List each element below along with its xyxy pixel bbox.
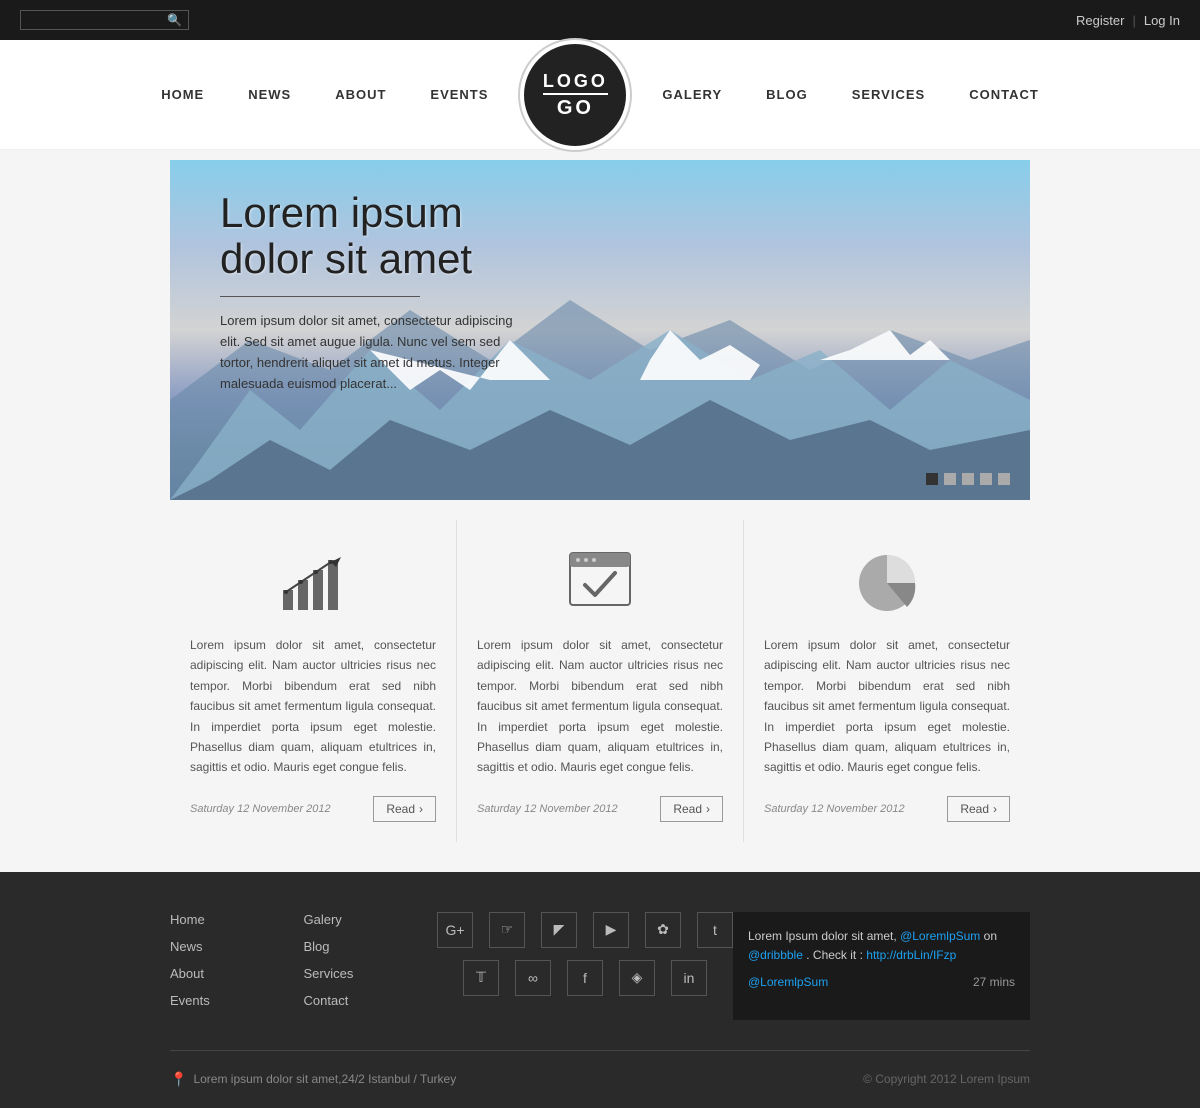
navbar: HOME NEWS ABOUT EVENTS LOGO GO GALERY BL… bbox=[0, 40, 1200, 150]
nav-item-services[interactable]: SERVICES bbox=[830, 87, 948, 102]
twitter-pre: Lorem Ipsum dolor sit amet, bbox=[748, 929, 897, 943]
twitter-footer: @LoremlpSum 27 mins bbox=[748, 975, 1015, 989]
card-2-read-btn[interactable]: Read › bbox=[660, 796, 723, 822]
nav-item-news[interactable]: NEWS bbox=[226, 87, 313, 102]
nav-item-about[interactable]: ABOUT bbox=[313, 87, 408, 102]
twitter-user: @LoremlpSum bbox=[748, 975, 828, 989]
nav-item-home[interactable]: HOME bbox=[139, 87, 226, 102]
card-3-date: Saturday 12 November 2012 bbox=[764, 803, 905, 815]
footer: Home News About Events Galery Blog Servi… bbox=[0, 872, 1200, 1108]
social-tumblr-icon[interactable]: t bbox=[697, 912, 733, 948]
cards-section: Lorem ipsum dolor sit amet, consectetur … bbox=[170, 500, 1030, 872]
twitter-on: on bbox=[984, 929, 997, 943]
card-2-date: Saturday 12 November 2012 bbox=[477, 803, 618, 815]
hero-dots bbox=[926, 473, 1010, 485]
card-3-read-btn[interactable]: Read › bbox=[947, 796, 1010, 822]
search-input[interactable] bbox=[27, 13, 167, 27]
social-youtube-icon[interactable]: ▶ bbox=[593, 912, 629, 948]
auth-links: Register | Log In bbox=[1076, 13, 1180, 28]
card-3-text: Lorem ipsum dolor sit amet, consectetur … bbox=[764, 635, 1010, 778]
card-2-footer: Saturday 12 November 2012 Read › bbox=[477, 796, 723, 822]
footer-link-about[interactable]: About bbox=[170, 966, 304, 981]
social-facebook-icon[interactable]: f bbox=[567, 960, 603, 996]
auth-separator: | bbox=[1132, 13, 1135, 28]
card-1-footer: Saturday 12 November 2012 Read › bbox=[190, 796, 436, 822]
top-bar: 🔍 Register | Log In bbox=[0, 0, 1200, 40]
nav-item-contact[interactable]: CONTACT bbox=[947, 87, 1061, 102]
twitter-link-pre: . Check it : bbox=[806, 948, 863, 962]
card-2: Lorem ipsum dolor sit amet, consectetur … bbox=[457, 520, 744, 842]
hero-dot-2[interactable] bbox=[944, 473, 956, 485]
social-rss-icon[interactable]: ◤ bbox=[541, 912, 577, 948]
social-linkedin-icon[interactable]: in bbox=[671, 960, 707, 996]
chart-growth-icon bbox=[278, 545, 348, 615]
logo-text-top: LOGO bbox=[543, 72, 608, 95]
footer-bottom: 📍 Lorem ipsum dolor sit amet,24/2 Istanb… bbox=[170, 1050, 1030, 1088]
location-icon: 📍 bbox=[170, 1071, 187, 1088]
card-2-text: Lorem ipsum dolor sit amet, consectetur … bbox=[477, 635, 723, 778]
logo-text-bottom: GO bbox=[543, 95, 608, 118]
card-1-read-btn[interactable]: Read › bbox=[373, 796, 436, 822]
card-1: Lorem ipsum dolor sit amet, consectetur … bbox=[170, 520, 457, 842]
hero-dot-1[interactable] bbox=[926, 473, 938, 485]
footer-link-home[interactable]: Home bbox=[170, 912, 304, 927]
social-twitter-icon[interactable]: 𝕋 bbox=[463, 960, 499, 996]
footer-link-events[interactable]: Events bbox=[170, 993, 304, 1008]
social-row-2: 𝕋 ∞ f ◈ in bbox=[463, 960, 707, 996]
footer-top: Home News About Events Galery Blog Servi… bbox=[170, 912, 1030, 1020]
hero-title: Lorem ipsum dolor sit amet bbox=[220, 190, 530, 282]
twitter-link[interactable]: http://drbLin/IFzp bbox=[866, 948, 956, 962]
hero-content: Lorem ipsum dolor sit amet Lorem ipsum d… bbox=[220, 190, 530, 395]
card-2-icon bbox=[477, 540, 723, 620]
twitter-handle1[interactable]: @LoremlpSum bbox=[900, 929, 980, 943]
footer-address: 📍 Lorem ipsum dolor sit amet,24/2 Istanb… bbox=[170, 1071, 456, 1088]
card-1-icon bbox=[190, 540, 436, 620]
search-button[interactable]: 🔍 bbox=[167, 13, 182, 27]
hero-description: Lorem ipsum dolor sit amet, consectetur … bbox=[220, 311, 530, 394]
logo: LOGO GO bbox=[520, 40, 630, 150]
social-pinterest-icon[interactable]: ☞ bbox=[489, 912, 525, 948]
card-1-date: Saturday 12 November 2012 bbox=[190, 803, 331, 815]
footer-link-news[interactable]: News bbox=[170, 939, 304, 954]
nav-item-blog[interactable]: BLOG bbox=[744, 87, 830, 102]
task-check-icon bbox=[565, 545, 635, 615]
twitter-text: Lorem Ipsum dolor sit amet, @LoremlpSum … bbox=[748, 927, 1015, 965]
footer-link-galery[interactable]: Galery bbox=[304, 912, 438, 927]
hero-section: Lorem ipsum dolor sit amet Lorem ipsum d… bbox=[170, 160, 1030, 500]
twitter-handle2[interactable]: @dribbble bbox=[748, 948, 803, 962]
card-3: Lorem ipsum dolor sit amet, consectetur … bbox=[744, 520, 1030, 842]
footer-nav-col-2: Galery Blog Services Contact bbox=[304, 912, 438, 1020]
register-link[interactable]: Register bbox=[1076, 13, 1124, 28]
hero-dot-4[interactable] bbox=[980, 473, 992, 485]
card-1-text: Lorem ipsum dolor sit amet, consectetur … bbox=[190, 635, 436, 778]
hero-divider bbox=[220, 296, 420, 297]
footer-link-contact[interactable]: Contact bbox=[304, 993, 438, 1008]
hero-dot-3[interactable] bbox=[962, 473, 974, 485]
nav-links: HOME NEWS ABOUT EVENTS LOGO GO GALERY BL… bbox=[0, 40, 1200, 150]
social-dribbble-icon[interactable]: ◈ bbox=[619, 960, 655, 996]
footer-link-blog[interactable]: Blog bbox=[304, 939, 438, 954]
social-googleplus-icon[interactable]: G+ bbox=[437, 912, 473, 948]
footer-inner: Home News About Events Galery Blog Servi… bbox=[170, 912, 1030, 1088]
social-row-1: G+ ☞ ◤ ▶ ✿ t bbox=[437, 912, 733, 948]
card-3-footer: Saturday 12 November 2012 Read › bbox=[764, 796, 1010, 822]
social-lastfm-icon[interactable]: ∞ bbox=[515, 960, 551, 996]
card-3-icon bbox=[764, 540, 1010, 620]
hero-dot-5[interactable] bbox=[998, 473, 1010, 485]
footer-link-services[interactable]: Services bbox=[304, 966, 438, 981]
footer-copyright: © Copyright 2012 Lorem Ipsum bbox=[863, 1072, 1030, 1086]
social-flickr-icon[interactable]: ✿ bbox=[645, 912, 681, 948]
footer-social: G+ ☞ ◤ ▶ ✿ t 𝕋 ∞ f ◈ in bbox=[437, 912, 733, 1020]
footer-nav-col-1: Home News About Events bbox=[170, 912, 304, 1020]
pie-chart-icon bbox=[852, 545, 922, 615]
nav-item-events[interactable]: EVENTS bbox=[408, 87, 510, 102]
nav-item-galery[interactable]: GALERY bbox=[640, 87, 744, 102]
login-link[interactable]: Log In bbox=[1144, 13, 1180, 28]
twitter-time: 27 mins bbox=[973, 975, 1015, 989]
search-box[interactable]: 🔍 bbox=[20, 10, 189, 30]
footer-twitter: Lorem Ipsum dolor sit amet, @LoremlpSum … bbox=[733, 912, 1030, 1020]
